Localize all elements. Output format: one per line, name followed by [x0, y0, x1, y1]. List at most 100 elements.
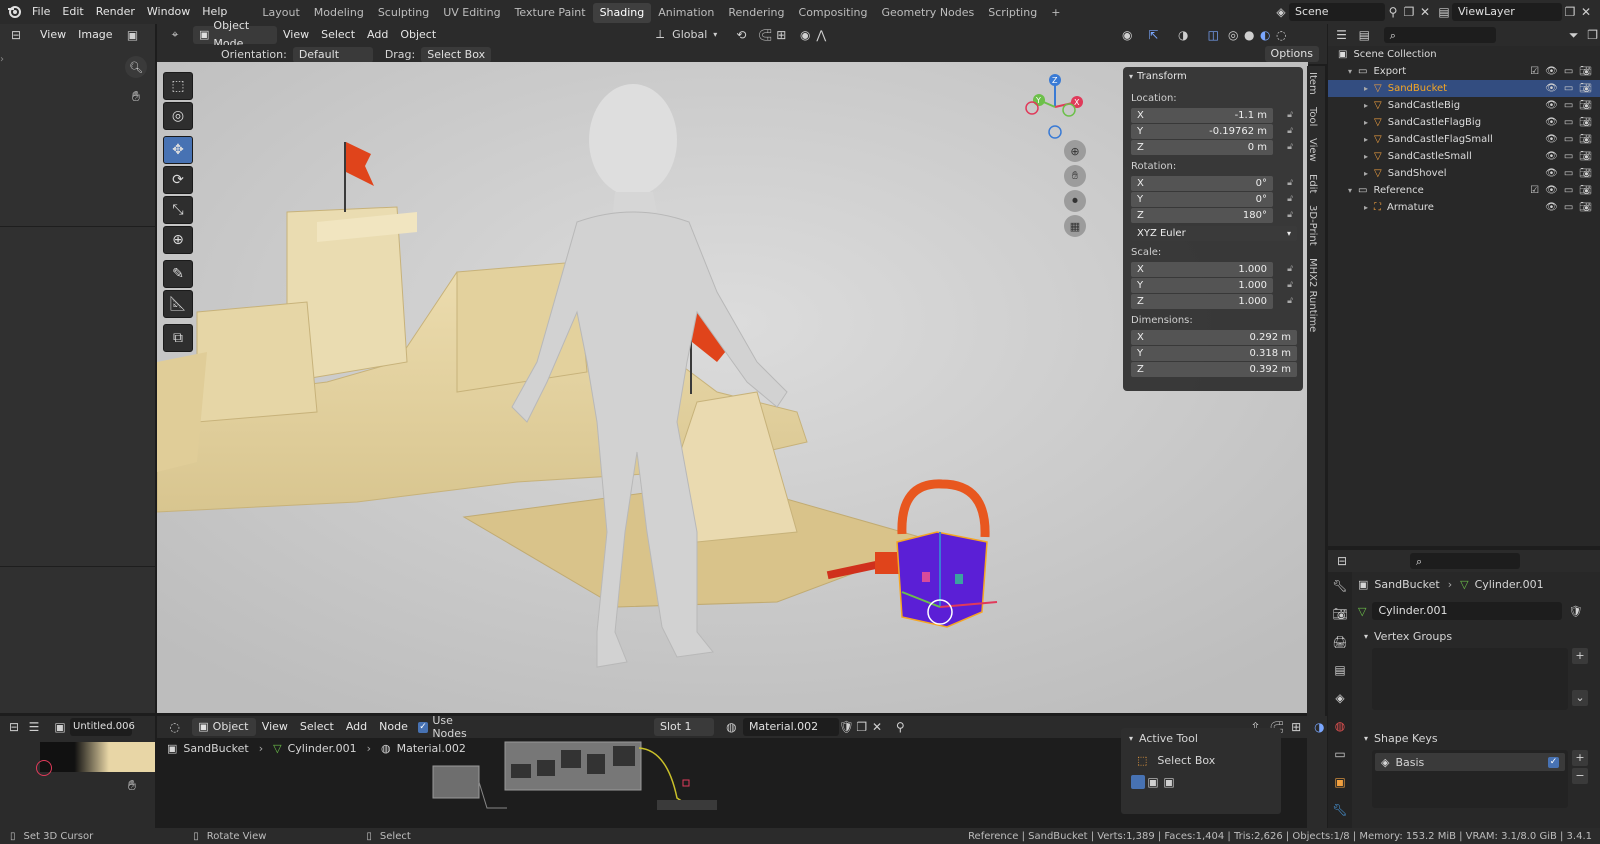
tool-tab-icon[interactable]: 🔧︎ [1332, 578, 1348, 594]
tab-rendering[interactable]: Rendering [721, 3, 791, 23]
expand-arrow-icon[interactable]: ▸ [1364, 84, 1368, 93]
output-tab-icon[interactable]: 🖨︎ [1332, 634, 1348, 650]
monitor-icon[interactable]: ▭ [1564, 168, 1573, 179]
shape-keys-header[interactable]: ▾ Shape Keys [1364, 732, 1438, 745]
monitor-icon[interactable]: ▭ [1564, 134, 1573, 145]
viewport-menu-select[interactable]: Select [315, 24, 361, 45]
lock-icon[interactable]: 🔓︎ [1283, 142, 1297, 152]
outliner-item-sandcastlebig[interactable]: ▸ ▽ SandCastleBig 👁︎ ▭ 📷︎ [1328, 97, 1600, 114]
location-y-field[interactable]: Y -0.19762 m [1131, 123, 1273, 139]
fake-user-icon[interactable]: 🛡︎ [1568, 605, 1582, 618]
camera-icon[interactable]: 📷︎ [1579, 151, 1592, 162]
sidebar-tab-3d-print[interactable]: 3D-Print [1307, 199, 1318, 252]
properties-search-input[interactable]: ⌕ [1410, 553, 1520, 569]
view-layer-tab-icon[interactable]: ▤ [1332, 662, 1348, 678]
active-tool-header[interactable]: ▾ Active Tool [1121, 728, 1281, 748]
lock-icon[interactable]: 🔓︎ [1283, 264, 1297, 274]
render-tab-icon[interactable]: 📷︎ [1332, 606, 1348, 622]
viewlayer-icon[interactable]: ▤ [1436, 4, 1452, 20]
monitor-icon[interactable]: ▭ [1564, 100, 1573, 111]
fake-user-icon[interactable]: 🛡︎ [839, 719, 854, 735]
outliner-item-sandcastleflagbig[interactable]: ▸ ▽ SandCastleFlagBig 👁︎ ▭ 📷︎ [1328, 114, 1600, 131]
camera-icon[interactable]: 📷︎ [1579, 83, 1592, 94]
material-icon[interactable]: ◍ [724, 719, 739, 735]
new-viewlayer-icon[interactable]: ❐ [1562, 4, 1578, 20]
lock-icon[interactable]: 🔓︎ [1283, 178, 1297, 188]
move-tool-icon[interactable]: ✥ [163, 136, 193, 164]
monitor-icon[interactable]: ▭ [1564, 202, 1573, 213]
outliner-item-export[interactable]: ▾ ▭ Export ☑ 👁︎ ▭ 📷︎ [1328, 63, 1600, 80]
lock-icon[interactable]: 🔓︎ [1283, 280, 1297, 290]
collection-tab-icon[interactable]: ▭ [1332, 746, 1348, 762]
scene-name-field[interactable]: Scene [1289, 3, 1385, 21]
zoom-icon[interactable]: 🔍︎ [125, 56, 147, 78]
pin-icon[interactable]: ⚲ [893, 719, 908, 735]
image-name-field[interactable]: Untitled.006 [70, 718, 135, 736]
sidebar-tab-mhx2-runtime[interactable]: MHX2 Runtime [1307, 252, 1318, 338]
node-editor-type-icon[interactable]: ◌ [167, 719, 182, 735]
node-menu-add[interactable]: Add [340, 716, 373, 738]
drag-dropdown[interactable]: Select Box [421, 46, 492, 63]
select-box-tool-icon[interactable]: ⬚ [163, 72, 193, 100]
vertex-groups-header[interactable]: ▾ Vertex Groups [1364, 630, 1452, 643]
eye-icon[interactable]: 👁︎ [1545, 83, 1558, 94]
tab-compositing[interactable]: Compositing [792, 3, 875, 23]
node-editor-canvas[interactable]: ▣ SandBucket › ▽ Cylinder.001 › ◍ Materi… [157, 728, 1327, 828]
mode-set-icon[interactable] [1131, 775, 1145, 789]
rotation-mode-dropdown[interactable]: XYZ Euler ▾ [1131, 225, 1297, 241]
image-editor-canvas[interactable]: 🔍︎ ✋︎ › [0, 46, 155, 713]
options-button[interactable]: Options [1264, 46, 1319, 62]
object-mode-dropdown[interactable]: ▣ Object Mode [193, 19, 277, 50]
image-editor-menu-image[interactable]: Image [72, 24, 118, 46]
dimension-y-field[interactable]: Y 0.318 m [1131, 345, 1297, 361]
image-editor-menu-view[interactable]: View [34, 24, 72, 46]
world-tab-icon[interactable]: ◍ [1332, 718, 1348, 734]
expand-arrow-icon[interactable]: ▸ [1364, 152, 1368, 161]
outliner-item-sandshovel[interactable]: ▸ ▽ SandShovel 👁︎ ▭ 📷︎ [1328, 165, 1600, 182]
expand-arrow-icon[interactable]: ▸ [1364, 203, 1368, 212]
tab-sculpting[interactable]: Sculpting [371, 3, 436, 23]
outliner-editor-type-icon[interactable]: ☰ [1334, 27, 1349, 43]
location-x-field[interactable]: X -1.1 m [1131, 107, 1273, 123]
mode-extend-icon[interactable]: ▣ [1145, 774, 1161, 790]
transform-tool-icon[interactable]: ⊕ [163, 226, 193, 254]
camera-icon[interactable]: 📷︎ [1579, 168, 1592, 179]
add-shape-key-button[interactable]: + [1572, 750, 1588, 766]
lock-icon[interactable]: 🔓︎ [1283, 210, 1297, 220]
eye-icon[interactable]: 👁︎ [1545, 66, 1558, 77]
eye-icon[interactable]: 👁︎ [1545, 202, 1558, 213]
node-menu-view[interactable]: View [256, 716, 294, 738]
menu-window[interactable]: Window [141, 0, 196, 24]
sidebar-tab-item[interactable]: Item [1307, 66, 1318, 101]
image-mode-icon[interactable]: ▣ [52, 719, 68, 735]
new-material-icon[interactable]: ❐ [854, 719, 869, 735]
scale-tool-icon[interactable]: ⤡ [163, 196, 193, 224]
scale-y-field[interactable]: Y 1.000 [1131, 277, 1273, 293]
delete-scene-icon[interactable]: ✕ [1417, 4, 1433, 20]
expand-arrow-icon[interactable]: › [0, 54, 4, 65]
vertex-groups-list[interactable] [1372, 648, 1568, 710]
menu-icon[interactable]: ☰ [26, 719, 42, 735]
lock-icon[interactable]: 🔓︎ [1283, 194, 1297, 204]
node-menu-select[interactable]: Select [294, 716, 340, 738]
outliner-item-sandbucket[interactable]: ▸ ▽ SandBucket 👁︎ ▭ 📷︎ [1328, 80, 1600, 97]
outliner-item-sandcastleflagsmall[interactable]: ▸ ▽ SandCastleFlagSmall 👁︎ ▭ 📷︎ [1328, 131, 1600, 148]
menu-file[interactable]: File [26, 0, 56, 24]
uv-cursor-icon[interactable] [36, 760, 52, 776]
menu-edit[interactable]: Edit [56, 0, 89, 24]
pan-hand-icon[interactable]: ✋︎ [125, 86, 147, 108]
use-nodes-toggle[interactable]: ✓ Use Nodes [417, 714, 488, 740]
snap-target-icon[interactable]: ⊞ [1288, 719, 1303, 735]
eye-icon[interactable]: 👁︎ [1545, 185, 1558, 196]
sidebar-tab-edit[interactable]: Edit [1307, 168, 1318, 199]
lock-icon[interactable]: 🔓︎ [1283, 296, 1297, 306]
unlink-material-icon[interactable]: ✕ [869, 719, 884, 735]
monitor-icon[interactable]: ▭ [1564, 185, 1573, 196]
vertex-group-menu-button[interactable]: ⌄ [1572, 690, 1588, 706]
pan-hand-icon[interactable]: ✋︎ [128, 778, 136, 794]
sidebar-tab-view[interactable]: View [1307, 132, 1318, 168]
gizmo-icon[interactable]: ⇱ [1145, 27, 1161, 43]
solid-shading-icon[interactable]: ● [1241, 27, 1257, 43]
delete-viewlayer-icon[interactable]: ✕ [1578, 4, 1594, 20]
location-z-field[interactable]: Z 0 m [1131, 139, 1273, 155]
